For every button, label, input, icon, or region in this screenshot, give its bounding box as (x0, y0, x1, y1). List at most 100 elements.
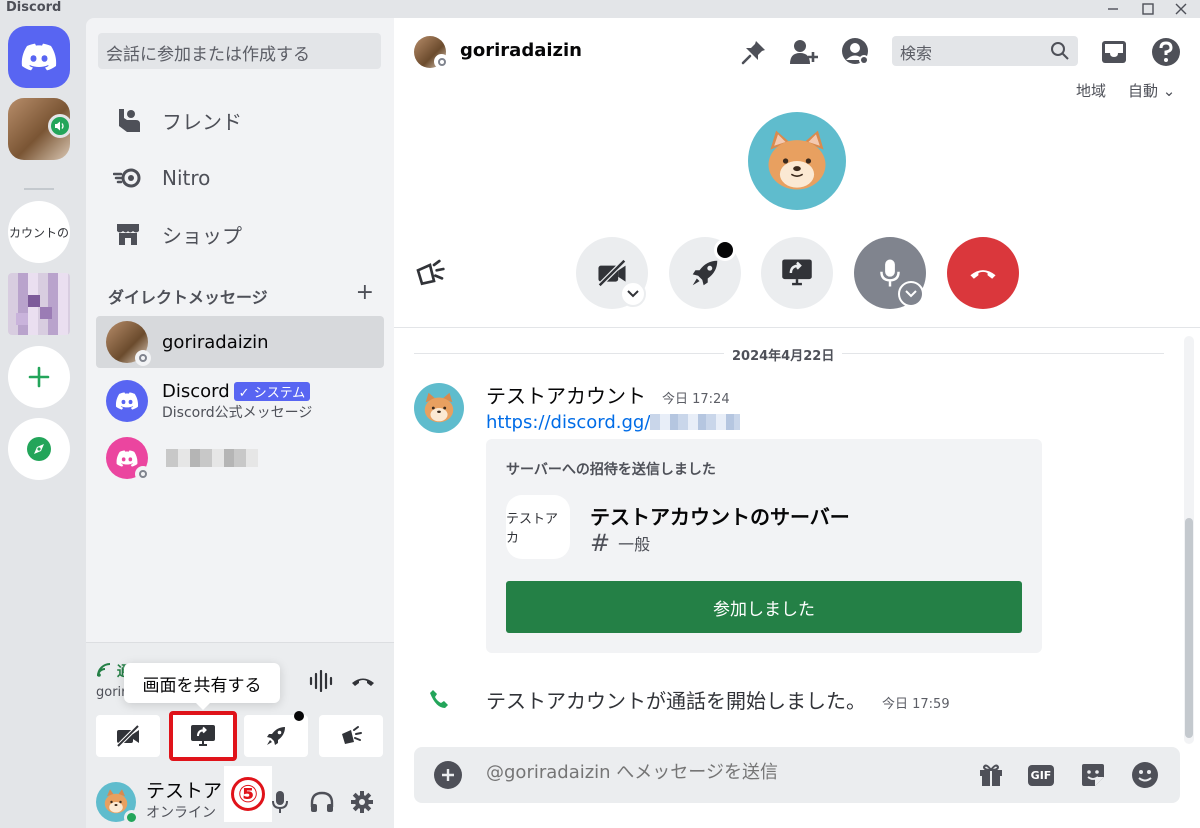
message-composer: GIF (414, 747, 1180, 803)
dm-item-goriradaizin[interactable]: goriradaizin (96, 316, 384, 368)
discord-logo-icon (116, 449, 138, 467)
nav-nitro-label: Nitro (162, 166, 211, 190)
inbox-icon[interactable] (1098, 36, 1130, 68)
phone-call-icon (428, 688, 450, 714)
shiba-avatar-icon (768, 130, 826, 190)
discord-avatar (106, 380, 148, 422)
hash-icon: # (590, 529, 611, 557)
header-search-input[interactable]: 検索 (892, 36, 1078, 66)
invite-link[interactable]: https://discord.gg/ (486, 412, 741, 433)
sticker-icon[interactable] (1078, 760, 1108, 790)
region-label: 地域 (1076, 82, 1107, 100)
chevron-down-icon[interactable] (620, 281, 646, 307)
nav-nitro[interactable]: Nitro (96, 154, 384, 202)
camera-off-button[interactable] (96, 715, 160, 757)
main-area: goriradaizin 検索 地域 自動 ⌄ 2024年4月22日 テストアカ… (394, 18, 1200, 828)
server-icon-text[interactable]: カウントの (8, 201, 70, 263)
add-server-button[interactable] (8, 346, 70, 408)
camera-off-icon (597, 259, 627, 287)
dm-subtitle: Discord公式メッセージ (162, 404, 313, 421)
activity-button[interactable] (244, 711, 308, 757)
dm-section-header: ダイレクトメッセージ + (108, 280, 374, 308)
shop-icon (106, 218, 150, 250)
chat-scrollbar[interactable] (1184, 336, 1194, 744)
headphones-icon[interactable] (308, 788, 336, 816)
invite-joined-button[interactable]: 参加しました (506, 581, 1022, 633)
soundboard-button[interactable] (319, 715, 383, 757)
scrollbar-thumb[interactable] (1185, 518, 1193, 738)
message-input[interactable] (486, 762, 966, 783)
help-icon[interactable] (1150, 36, 1182, 68)
call-started-timestamp: 今日 17:59 (882, 697, 950, 712)
maximize-icon[interactable] (1133, 0, 1163, 18)
soundboard-icon[interactable] (414, 258, 446, 292)
search-icon (1051, 42, 1069, 60)
invite-channel: # 一般 (590, 529, 651, 557)
discord-logo-icon (115, 392, 139, 410)
rocket-icon (267, 727, 285, 745)
avatar-pink (106, 437, 151, 482)
call-started-message: テストアカウントが通話を開始しました。 (486, 689, 866, 713)
nav-friends-label: フレンド (162, 109, 242, 134)
nitro-icon (106, 162, 150, 194)
add-friend-icon[interactable] (788, 36, 820, 68)
dm-header-label: ダイレクトメッセージ (108, 288, 268, 307)
speaker-icon (48, 114, 72, 138)
app-title: Discord (6, 0, 62, 15)
nav-shop-label: ショップ (162, 223, 242, 248)
rocket-icon (692, 260, 718, 286)
disconnect-icon[interactable] (348, 669, 378, 693)
close-icon[interactable] (1166, 0, 1196, 18)
call-camera-button[interactable] (576, 237, 648, 309)
discord-logo-icon (21, 43, 57, 71)
blurred-link-code (650, 414, 741, 430)
gif-button[interactable]: GIF (1026, 760, 1056, 790)
chevron-down-icon[interactable] (898, 281, 924, 307)
compass-icon (27, 437, 51, 461)
notification-dot (294, 711, 304, 721)
call-mic-button[interactable] (854, 237, 926, 309)
notification-dot (714, 239, 736, 261)
region-dropdown[interactable]: 自動 ⌄ (1128, 80, 1175, 101)
offline-status-icon (434, 54, 449, 69)
conversation-search-input[interactable]: 会話に参加または作成する (98, 33, 381, 69)
voice-connection-panel: 通話 gorir (86, 642, 394, 764)
pin-icon[interactable] (738, 36, 770, 68)
plus-icon (28, 366, 50, 388)
camera-off-icon (116, 725, 140, 747)
call-share-screen-button[interactable] (761, 237, 833, 309)
home-button[interactable] (8, 26, 70, 88)
server-icon-blurred[interactable] (8, 273, 70, 335)
call-area: goriradaizin 検索 地域 自動 ⌄ (394, 18, 1200, 328)
invite-server-icon: テストアカ (506, 495, 570, 559)
hang-up-button[interactable] (947, 237, 1019, 309)
user-status: オンライン (146, 805, 216, 821)
create-dm-button[interactable]: + (356, 280, 374, 308)
noise-suppression-icon[interactable] (306, 669, 336, 693)
system-badge: ✓ システム (233, 381, 311, 401)
dm-item-blurred[interactable] (96, 432, 384, 484)
user-profile-icon[interactable] (840, 36, 872, 68)
invite-embed: サーバーへの招待を送信しました テストアカ テストアカウントのサーバー # 一般… (486, 439, 1042, 653)
hang-up-icon (970, 270, 996, 279)
rail-separator (24, 188, 54, 190)
share-screen-button[interactable] (169, 711, 237, 761)
settings-gear-icon[interactable] (348, 788, 376, 816)
screen-share-icon (782, 259, 812, 286)
explore-button[interactable] (8, 418, 70, 480)
server-rail: カウントの (0, 18, 78, 828)
avatar (106, 321, 151, 366)
call-activity-button[interactable] (669, 237, 741, 309)
dm-item-discord[interactable]: Discord ✓ システム Discord公式メッセージ (96, 372, 384, 430)
emoji-icon[interactable] (1130, 760, 1160, 790)
soundboard-icon (342, 726, 362, 744)
dm-name: goriradaizin (162, 331, 269, 353)
message-author[interactable]: テストアカウント (486, 380, 646, 409)
friends-icon (106, 104, 150, 136)
nav-friends[interactable]: フレンド (96, 96, 384, 144)
gift-icon[interactable] (976, 760, 1006, 790)
message-author-avatar[interactable] (414, 383, 464, 433)
nav-shop[interactable]: ショップ (96, 210, 384, 258)
attach-plus-button[interactable] (434, 761, 462, 789)
minimize-icon[interactable] (1098, 0, 1128, 18)
